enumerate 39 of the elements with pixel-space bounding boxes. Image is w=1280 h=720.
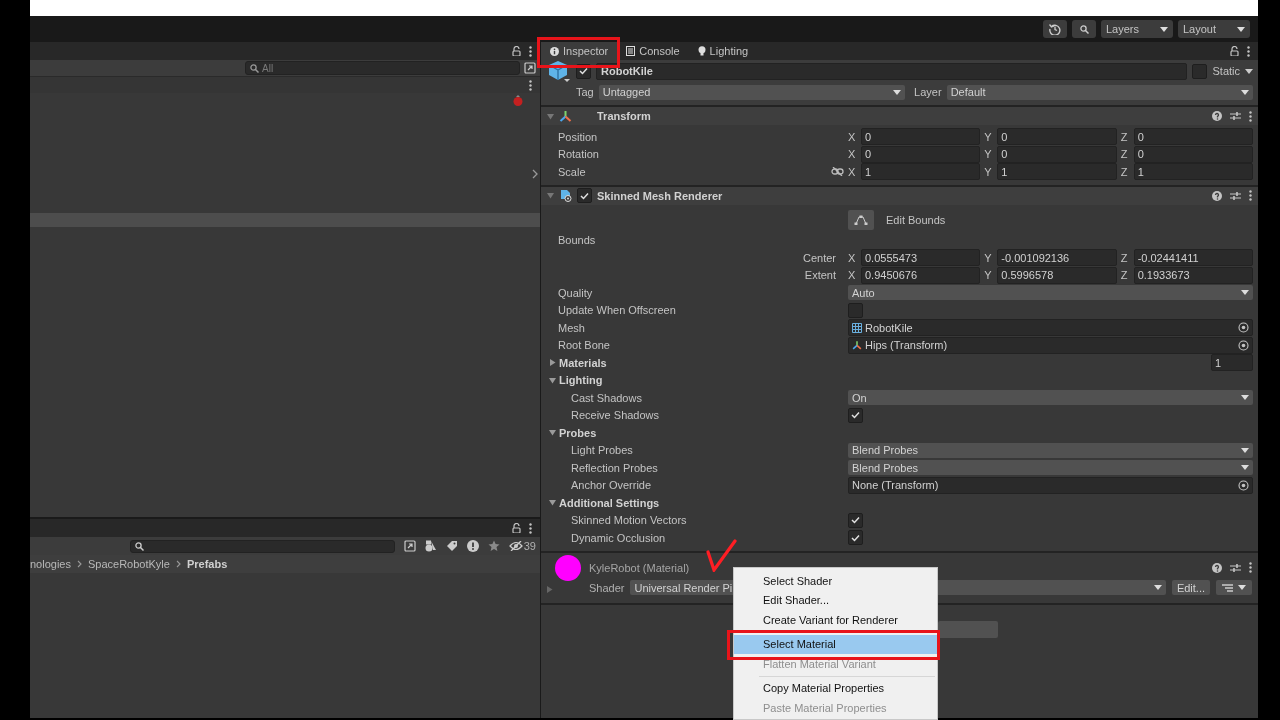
field-label: Rotation: [558, 148, 599, 161]
static-label: Static: [1212, 65, 1240, 77]
field-label: Mesh: [558, 321, 585, 334]
field-label: Scale: [558, 165, 586, 178]
field-label: Center: [802, 251, 836, 264]
axis-label: Y: [984, 251, 993, 264]
layer-label: Layer: [914, 86, 942, 98]
field-label: Anchor Override: [571, 479, 652, 492]
tag-label: Tag: [576, 86, 594, 98]
axis-label: Z: [1120, 269, 1129, 282]
field-label: Update When Offscreen: [558, 304, 676, 317]
field-label: Skinned Motion Vectors: [571, 514, 687, 527]
hidden-count: 39: [523, 540, 536, 552]
field-label: Root Bone: [558, 339, 610, 352]
axis-label: Y: [984, 165, 993, 178]
field-label: Reflection Probes: [571, 461, 658, 474]
field-label: Bounds: [558, 234, 596, 247]
axis-label: Z: [1120, 165, 1129, 178]
axis-label: X: [848, 165, 856, 178]
axis-label: X: [848, 148, 856, 161]
axis-label: Y: [984, 130, 993, 143]
shader-label: Shader: [589, 581, 625, 594]
field-label: Cast Shadows: [571, 391, 642, 404]
field-label: Position: [558, 130, 598, 143]
axis-label: X: [848, 251, 856, 264]
field-label: Receive Shadows: [571, 409, 660, 422]
axis-label: X: [848, 130, 856, 143]
field-label: Quality: [558, 286, 593, 299]
material-name: KyleRobot (Material): [589, 561, 690, 574]
axis-label: X: [848, 269, 856, 282]
axis-label: Y: [984, 148, 993, 161]
button-label: Edit Bounds: [886, 213, 946, 226]
axis-label: Z: [1120, 148, 1129, 161]
field-label: Dynamic Occlusion: [571, 531, 666, 544]
field-label: Extent: [804, 269, 836, 282]
axis-label: Z: [1120, 251, 1129, 264]
field-label: Light Probes: [571, 444, 633, 457]
axis-label: Z: [1120, 130, 1129, 143]
axis-label: Y: [984, 269, 993, 282]
